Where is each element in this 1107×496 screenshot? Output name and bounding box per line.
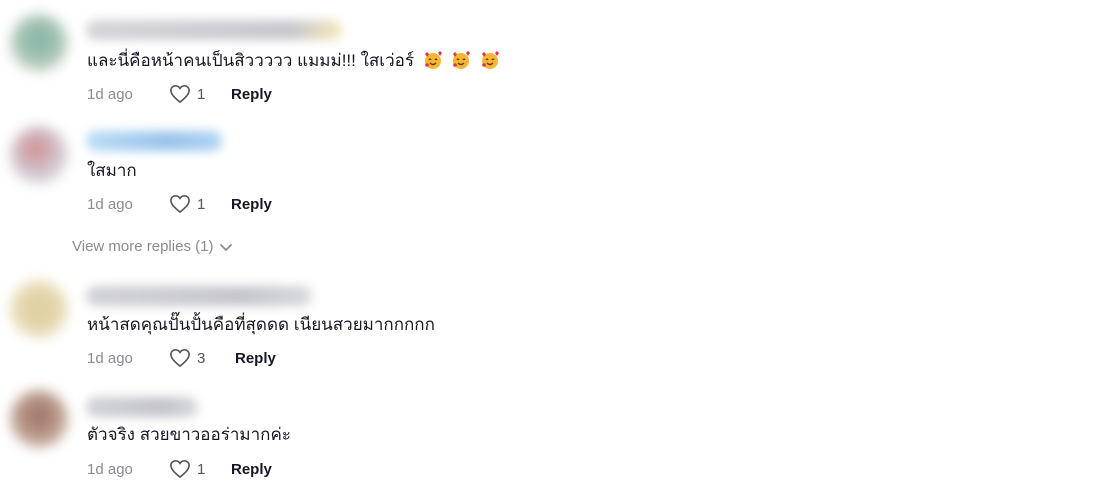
comment-meta: 1d ago 1 Reply: [87, 193, 272, 215]
username-blurred[interactable]: [86, 397, 198, 417]
comment-text: และนี่คือหน้าคนเป็นสิววววว แมมม่!!! ใสเว…: [87, 50, 500, 72]
comment-text: หน้าสดคุณปั๊นปั้นคือที่สุดดด เนียนสวยมาก…: [87, 315, 435, 334]
heart-icon: [170, 349, 190, 367]
smiling-face-with-hearts-icon: [447, 51, 476, 70]
username-blurred[interactable]: [86, 286, 312, 306]
avatar[interactable]: [10, 14, 68, 72]
view-more-replies-button[interactable]: View more replies (1): [72, 238, 233, 255]
smiling-face-with-hearts-icon: [476, 51, 500, 70]
smiling-face-with-hearts-icon: [414, 51, 447, 70]
view-more-replies-label: View more replies (1): [72, 238, 214, 255]
comment-time: 1d ago: [87, 195, 133, 213]
comment-meta: 1d ago 1 Reply: [87, 83, 272, 105]
like-count: 1: [197, 460, 206, 478]
heart-icon: [170, 195, 190, 213]
like-button[interactable]: 3: [169, 348, 235, 368]
comment-text-content: และนี่คือหน้าคนเป็นสิววววว แมมม่!!! ใสเว…: [87, 51, 414, 70]
heart-icon: [170, 85, 190, 103]
comment-time: 1d ago: [87, 85, 133, 103]
like-count: 1: [197, 195, 206, 213]
like-button[interactable]: 1: [169, 84, 231, 104]
reply-button[interactable]: Reply: [231, 196, 272, 213]
reply-button[interactable]: Reply: [231, 86, 272, 103]
reply-button[interactable]: Reply: [235, 350, 276, 367]
comment-meta: 1d ago 1 Reply: [87, 458, 272, 480]
username-blurred[interactable]: [86, 20, 342, 40]
avatar[interactable]: [10, 390, 68, 448]
username-blurred[interactable]: [86, 131, 222, 151]
like-button[interactable]: 1: [169, 194, 231, 214]
comment-text: ใสมาก: [87, 161, 137, 180]
like-button[interactable]: 1: [169, 459, 231, 479]
heart-icon: [170, 460, 190, 478]
comment-time: 1d ago: [87, 349, 133, 367]
reply-button[interactable]: Reply: [231, 461, 272, 478]
avatar[interactable]: [10, 280, 68, 338]
comment-meta: 1d ago 3 Reply: [87, 347, 276, 369]
like-count: 1: [197, 85, 206, 103]
chevron-down-icon: [220, 243, 233, 251]
avatar[interactable]: [10, 126, 68, 184]
comment-time: 1d ago: [87, 460, 133, 478]
like-count: 3: [197, 349, 206, 367]
comment-text: ตัวจริง สวยขาวออร่ามากค่ะ: [87, 425, 291, 444]
